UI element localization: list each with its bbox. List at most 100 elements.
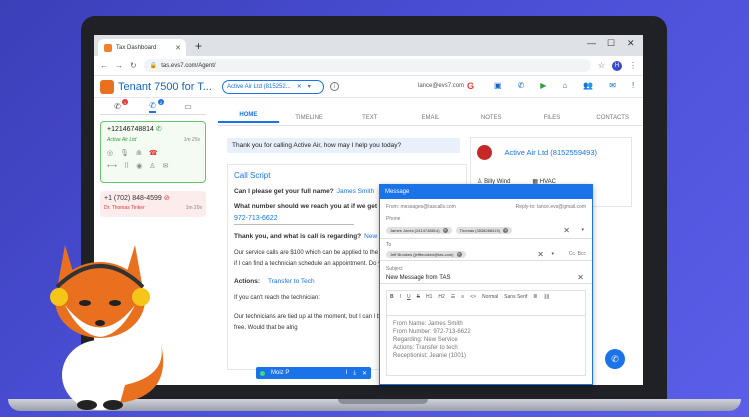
tab-notes[interactable]: NOTES — [461, 115, 522, 121]
pin-icon[interactable]: ⤓ — [353, 370, 356, 377]
bcc-toggle[interactable]: Bcc — [578, 251, 586, 257]
tab-timeline[interactable]: TIMELINE — [279, 115, 340, 121]
call-number: +1 (702) 848-4599 — [104, 195, 162, 202]
bookmark-star-icon[interactable]: ☆ — [598, 61, 605, 70]
forward-icon[interactable]: → — [115, 61, 123, 70]
subject-value: New Message from TAS — [386, 274, 451, 281]
chat-icon[interactable]: ▣ — [494, 81, 502, 90]
google-icon[interactable]: G — [467, 81, 474, 91]
cc-toggle[interactable]: Cc — [569, 251, 575, 257]
maximize-icon[interactable]: ☐ — [607, 38, 615, 49]
chevron-down-icon[interactable]: ▾ — [551, 251, 554, 257]
italic-button[interactable]: I — [400, 294, 401, 312]
chevron-down-icon[interactable]: ▾ — [581, 227, 584, 233]
code-icon[interactable]: <> — [470, 294, 476, 312]
transfer-icon[interactable]: ⟷ — [107, 162, 117, 170]
hold-icon[interactable]: ◎ — [107, 149, 113, 157]
tab-contacts[interactable]: CONTACTS — [582, 115, 643, 121]
url-field[interactable]: 🔒 tas.evs7.com/Agent/ — [143, 59, 591, 72]
underline-button[interactable]: U — [407, 294, 411, 312]
format-select[interactable]: Normal — [482, 294, 498, 312]
message-body[interactable]: From Name: James Smith From Number: 972-… — [386, 316, 586, 376]
call-name: Dr. Thomas Tinker — [104, 205, 145, 211]
mute-icon[interactable]: 🎙 — [120, 149, 129, 157]
play-icon[interactable]: ▶ — [540, 81, 546, 90]
client-select[interactable]: Active Air Ltd (815252... ✕ ▾ — [222, 79, 324, 94]
body-line: From Name: James Smith — [393, 321, 463, 327]
message-icon[interactable]: ✉ — [609, 81, 616, 90]
phone-icon: ✆ — [155, 126, 162, 133]
h2-button[interactable]: H2 — [438, 294, 444, 312]
close-icon[interactable]: ✕ — [362, 370, 367, 377]
tab-text[interactable]: TEXT — [339, 115, 400, 121]
clear-icon[interactable]: ✕ — [297, 83, 302, 90]
new-tab-icon[interactable]: + — [195, 39, 202, 53]
modal-title: Message — [380, 185, 592, 199]
users-icon[interactable]: 👥 — [583, 81, 593, 90]
user-email: lance@evs7.com — [418, 83, 465, 89]
browser-menu-icon[interactable]: ⋮ — [629, 61, 637, 70]
script-answer[interactable]: New — [364, 233, 377, 240]
minimize-icon[interactable]: — — [587, 38, 596, 48]
record-icon[interactable]: ◉ — [136, 162, 142, 170]
dial-fab-button[interactable]: ✆ — [605, 349, 625, 369]
chat-tab-icon[interactable]: ▭ — [184, 102, 192, 111]
body-line: From Number: 972-713-6622 — [393, 329, 471, 335]
client-name[interactable]: Active Air Ltd (8152559493) — [504, 148, 597, 157]
chip-remove-icon[interactable]: ✕ — [456, 251, 462, 257]
tab-home[interactable]: HOME — [218, 112, 279, 123]
home-icon[interactable]: ⌂ — [562, 81, 567, 90]
reply-to-address: Reply-to: lance.evs@gmail.com — [515, 204, 586, 210]
chevron-down-icon[interactable]: ▾ — [308, 83, 311, 90]
voicemail-icon[interactable]: ✉ — [163, 162, 169, 170]
to-recipients-field[interactable]: Jeff Brookes (jeffbrookes@tas.com) ✕ ✕ ▾ … — [380, 248, 592, 261]
recipient-chip: Jeff Brookes (jeffbrookes@tas.com) ✕ — [386, 250, 466, 258]
info-icon[interactable]: i — [330, 82, 339, 91]
phone-recipients-field[interactable]: James Jones (2414748814) ✕ Thomas (353828… — [380, 222, 592, 239]
call-number: +12146748814 — [107, 126, 154, 133]
profile-avatar[interactable]: H — [612, 60, 622, 71]
alert-icon[interactable]: ! — [632, 81, 634, 90]
clear-icon[interactable]: ✕ — [537, 250, 544, 259]
browser-tab[interactable]: Tax Dashboard ✕ — [98, 39, 186, 56]
strike-button[interactable]: S — [417, 294, 420, 312]
dialpad-icon[interactable]: ⠿ — [124, 162, 129, 170]
tab-files[interactable]: FILES — [522, 115, 583, 121]
clear-icon[interactable]: ✕ — [577, 273, 584, 282]
bullet-list-icon[interactable]: ≡ — [461, 294, 464, 312]
bold-button[interactable]: B — [390, 294, 394, 312]
chip-remove-icon[interactable]: ✕ — [442, 227, 448, 233]
chip-remove-icon[interactable]: ✕ — [503, 227, 509, 233]
script-answer[interactable]: James Smith — [337, 188, 375, 195]
back-icon[interactable]: ← — [100, 61, 108, 70]
text-cursor-icon[interactable]: I — [346, 370, 348, 376]
call-duration: 1m 25s — [183, 137, 200, 143]
phone-icon[interactable]: ✆ — [518, 81, 525, 90]
reload-icon[interactable]: ↻ — [130, 61, 137, 70]
close-icon[interactable]: ✕ — [175, 44, 181, 52]
conference-icon[interactable]: ⋒ — [136, 149, 142, 157]
h1-button[interactable]: H1 — [426, 294, 432, 312]
list-icon[interactable]: ☰ — [451, 294, 455, 312]
agent-icon[interactable]: ♙ — [149, 162, 155, 170]
from-address: From: messages@tascalls.com — [386, 204, 456, 210]
active-calls-tab-icon[interactable]: ✆ — [149, 101, 156, 113]
recent-calls-tab-icon[interactable]: ✆ — [114, 102, 121, 111]
clear-icon[interactable]: ✕ — [563, 226, 570, 235]
link-icon[interactable]: ⛓ — [543, 294, 549, 312]
subject-field[interactable]: New Message from TAS ✕ — [380, 272, 592, 284]
active-call-card[interactable]: +12146748814 ✆ Active Air Ltd 1m 25s ◎ 🎙 … — [100, 121, 206, 183]
hangup-icon[interactable]: ☎ — [149, 149, 158, 157]
main-tabs: HOME TIMELINE TEXT EMAIL NOTES FILES CON… — [218, 110, 643, 126]
fox-mascot-illustration — [50, 245, 164, 410]
font-select[interactable]: Sans Serif — [504, 294, 527, 312]
window-close-icon[interactable]: ✕ — [627, 38, 635, 49]
phone-answer-field[interactable]: 972-713-6622 — [234, 215, 354, 225]
align-icon[interactable]: ≣ — [533, 294, 537, 312]
agent-status-pill[interactable]: Moiz P I ⤓ ✕ — [256, 367, 371, 379]
app-logo — [100, 79, 114, 94]
other-call-card[interactable]: +1 (702) 848-4599 ⊘ Dr. Thomas Tinker 1m … — [100, 191, 206, 217]
app-header: Tenant 7500 for T... Active Air Ltd (815… — [94, 76, 643, 98]
tab-email[interactable]: EMAIL — [400, 115, 461, 121]
actions-value[interactable]: Transfer to Tech — [268, 278, 315, 285]
